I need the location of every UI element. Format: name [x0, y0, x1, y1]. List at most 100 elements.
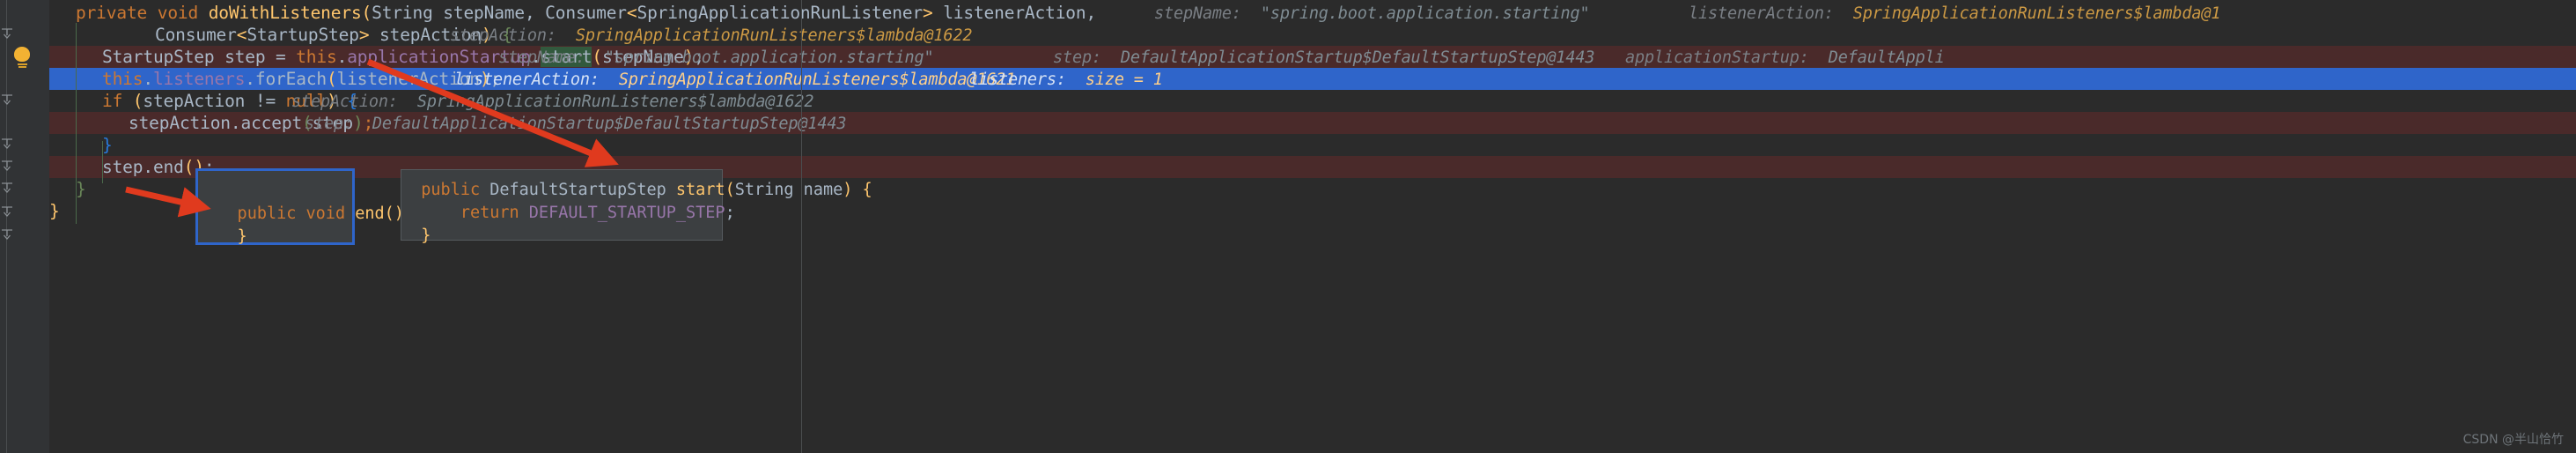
- code-line[interactable]: if (stepAction != null) {stepAction: Spr…: [49, 90, 2576, 112]
- hint-value: DefaultApplicationStartup$DefaultStartup…: [372, 115, 847, 133]
- code-line-text: }: [49, 201, 60, 221]
- hint-value: SpringApplicationRunListeners$lambda@162…: [618, 71, 1016, 89]
- fold-collapse-icon[interactable]: [0, 26, 14, 41]
- code-token: .: [336, 47, 348, 67]
- code-token: step.end: [102, 157, 184, 177]
- hint-label: stepAction:: [291, 93, 417, 111]
- code-token: (: [384, 204, 394, 223]
- code-preview-popup-end[interactable]: public void end() { }: [195, 168, 423, 246]
- popup-code-line: return DEFAULT_STARTUP_STEP;: [401, 202, 735, 225]
- hint-label: stepAction:: [450, 26, 576, 45]
- panel-divider[interactable]: [801, 0, 802, 453]
- code-token: DefaultStartupStep: [489, 181, 676, 199]
- code-token: private: [76, 3, 158, 23]
- code-line-text: }: [102, 135, 113, 155]
- code-token: return: [401, 204, 529, 222]
- code-token: <: [626, 3, 637, 23]
- code-line-text: this.listeners.forEach(listenerAction);: [102, 69, 500, 89]
- code-token: (: [327, 69, 337, 89]
- popup-code-line: [198, 180, 352, 203]
- code-token: void: [305, 204, 356, 223]
- intention-bulb-icon[interactable]: [12, 47, 32, 68]
- code-token: stepAction !=: [143, 91, 286, 111]
- code-token: start: [675, 181, 725, 199]
- hint-value: SpringApplicationRunListeners$lambda@162…: [575, 26, 973, 45]
- hint-value: size = 1: [1085, 71, 1163, 89]
- code-token: }: [401, 226, 431, 245]
- inline-debug-hint[interactable]: stepAction: SpringApplicationRunListener…: [450, 24, 973, 47]
- hint-value: DefaultApplicationStartup$DefaultStartup…: [1120, 48, 1595, 67]
- hint-value: "spring.boot.application.starting": [1260, 4, 1590, 23]
- code-preview-popup-start[interactable]: public DefaultStartupStep start(String n…: [401, 169, 872, 245]
- fold-collapse-icon[interactable]: [0, 93, 14, 107]
- inline-debug-hint[interactable]: listenerAction: SpringApplicationRunList…: [454, 68, 1015, 91]
- code-line-text: }: [76, 179, 86, 199]
- code-token: StartupStep: [247, 25, 359, 45]
- code-line-text: private void doWithListeners(String step…: [76, 3, 1096, 23]
- code-token: String name: [734, 181, 843, 199]
- code-token: forEach: [254, 69, 328, 89]
- inline-debug-hint[interactable]: stepAction: SpringApplicationRunListener…: [291, 90, 814, 113]
- code-token: >: [358, 25, 370, 45]
- code-token: (: [183, 157, 195, 177]
- code-line[interactable]: stepAction.accept(step); step: DefaultApp…: [49, 112, 2576, 134]
- ide-editor-screenshot: private void doWithListeners(String step…: [0, 0, 2576, 453]
- popup-code-line: }: [198, 226, 352, 249]
- indent-guide: [102, 141, 103, 183]
- code-token: (: [725, 181, 735, 199]
- code-token: SpringApplicationRunListener: [637, 3, 924, 23]
- code-token: this: [102, 69, 144, 89]
- code-token: stepAction.accept: [129, 113, 303, 133]
- code-line[interactable]: }: [49, 134, 2576, 156]
- fold-collapse-icon[interactable]: [0, 227, 14, 241]
- code-token: this: [296, 47, 337, 67]
- fold-collapse-icon[interactable]: [0, 137, 14, 151]
- code-token: listeners: [152, 69, 246, 89]
- hint-value: DefaultAppli: [1828, 48, 1945, 67]
- hint-label: step:: [1053, 48, 1121, 67]
- code-token: end: [355, 204, 385, 223]
- inline-debug-hint[interactable]: listenerAction: SpringApplicationRunList…: [1689, 2, 2220, 25]
- code-line[interactable]: Consumer<StartupStep> stepAction) {stepA…: [49, 24, 2576, 46]
- code-token: (: [132, 91, 144, 111]
- code-token: void: [157, 3, 209, 23]
- code-token: }: [76, 179, 86, 199]
- fold-collapse-icon[interactable]: [0, 181, 14, 195]
- inline-debug-hint[interactable]: applicationStartup: DefaultAppli: [1625, 46, 1945, 69]
- hint-value: SpringApplicationRunListeners$lambda@1: [1852, 4, 2221, 23]
- editor-gutter[interactable]: [0, 0, 49, 453]
- code-token: .: [143, 69, 153, 89]
- hint-value: "spring.boot.application.starting": [604, 48, 934, 67]
- code-line[interactable]: private void doWithListeners(String step…: [49, 2, 2576, 24]
- code-token: public: [198, 204, 306, 223]
- code-token: (: [361, 3, 372, 23]
- inline-debug-hint[interactable]: stepName: "spring.boot.application.start…: [498, 46, 934, 69]
- popup-code-line: public DefaultStartupStep start(String n…: [401, 179, 872, 202]
- code-token: if: [102, 91, 133, 111]
- fold-collapse-icon[interactable]: [0, 159, 14, 173]
- hint-label: stepName:: [498, 48, 605, 67]
- code-line[interactable]: this.listeners.forEach(listenerAction); l…: [49, 68, 2576, 90]
- inline-debug-hint[interactable]: listeners: size = 1: [969, 68, 1163, 91]
- code-token: >: [923, 3, 933, 23]
- gutter-rule: [6, 0, 7, 453]
- inline-debug-hint[interactable]: step: DefaultApplicationStartup$DefaultS…: [1053, 46, 1594, 69]
- code-token: }: [49, 201, 60, 221]
- hint-label: applicationStartup:: [1625, 48, 1829, 67]
- indent-guide: [76, 23, 77, 224]
- code-token: .: [245, 69, 255, 89]
- code-token: DEFAULT_STARTUP_STEP: [528, 204, 725, 222]
- code-line[interactable]: StartupStep step = this. applicationStart…: [49, 46, 2576, 68]
- code-token: doWithListeners: [208, 3, 362, 23]
- code-token: }: [102, 135, 113, 155]
- watermark-text: CSDN @半山恰竹: [2462, 433, 2564, 447]
- inline-debug-hint[interactable]: stepName: "spring.boot.application.start…: [1154, 2, 1590, 25]
- code-token: String stepName, Consumer: [372, 3, 627, 23]
- code-token: {: [862, 181, 872, 199]
- code-token: }: [198, 227, 247, 246]
- hint-label: step:: [305, 115, 372, 133]
- inline-debug-hint[interactable]: step: DefaultApplicationStartup$DefaultS…: [305, 112, 846, 135]
- fold-collapse-icon[interactable]: [0, 204, 14, 219]
- code-token: ;: [725, 204, 735, 222]
